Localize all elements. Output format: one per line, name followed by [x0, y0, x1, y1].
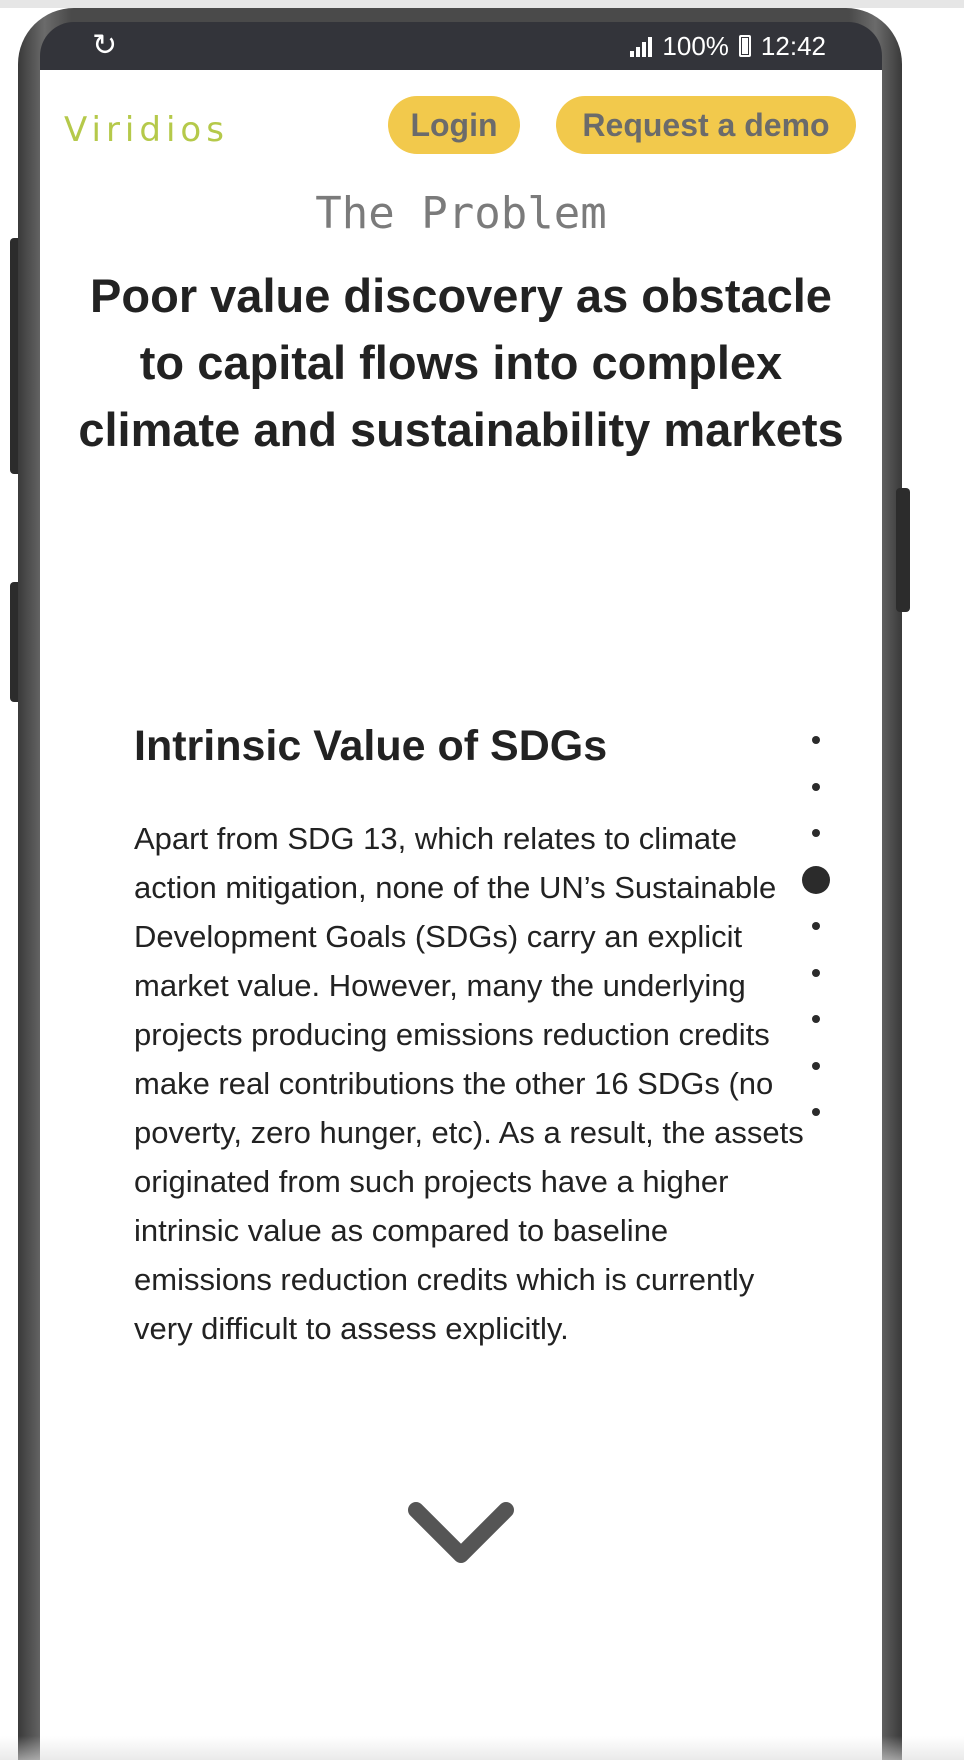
logo-text: Viridios: [64, 110, 229, 150]
request-demo-button[interactable]: Request a demo: [556, 96, 856, 154]
power-button: [896, 488, 910, 612]
slide-dot[interactable]: [812, 1015, 820, 1023]
slide-dot[interactable]: [812, 736, 820, 744]
login-label: Login: [410, 106, 498, 143]
slide-dot[interactable]: [812, 1061, 820, 1070]
battery-percent: 100%: [662, 30, 729, 61]
status-indicators: 100% 12:42: [630, 30, 826, 62]
page: ↻ 100% 12:42 Viridios Login Request a de…: [0, 0, 964, 1760]
slide-dot[interactable]: [812, 922, 820, 930]
slide-dot[interactable]: [812, 829, 820, 837]
web-viewport: Viridios Login Request a demo The Proble…: [40, 70, 882, 1760]
slide-dot[interactable]: [812, 968, 820, 977]
page-headline: Poor value discovery as obstacle to capi…: [78, 269, 844, 456]
section-title: Intrinsic Value of SDGs: [134, 722, 608, 770]
status-bar: ↻ 100% 12:42: [40, 22, 882, 70]
loading-icon: ↻: [92, 29, 118, 62]
bottom-shade: [0, 1736, 964, 1760]
battery-icon: [738, 35, 751, 57]
section-kicker: The Problem: [315, 188, 607, 239]
signal-icon: [630, 35, 653, 57]
top-divider: [0, 0, 964, 8]
clock: 12:42: [760, 30, 826, 61]
login-button[interactable]: Login: [388, 96, 520, 154]
section-body: Apart from SDG 13, which relates to clim…: [134, 821, 804, 1346]
site-logo[interactable]: Viridios: [64, 110, 229, 150]
chevron-down-icon[interactable]: [406, 1500, 516, 1570]
slide-dot[interactable]: [812, 1108, 820, 1116]
request-demo-label: Request a demo: [582, 106, 830, 143]
slide-dot-active[interactable]: [802, 865, 830, 894]
slide-dot[interactable]: [812, 782, 820, 791]
